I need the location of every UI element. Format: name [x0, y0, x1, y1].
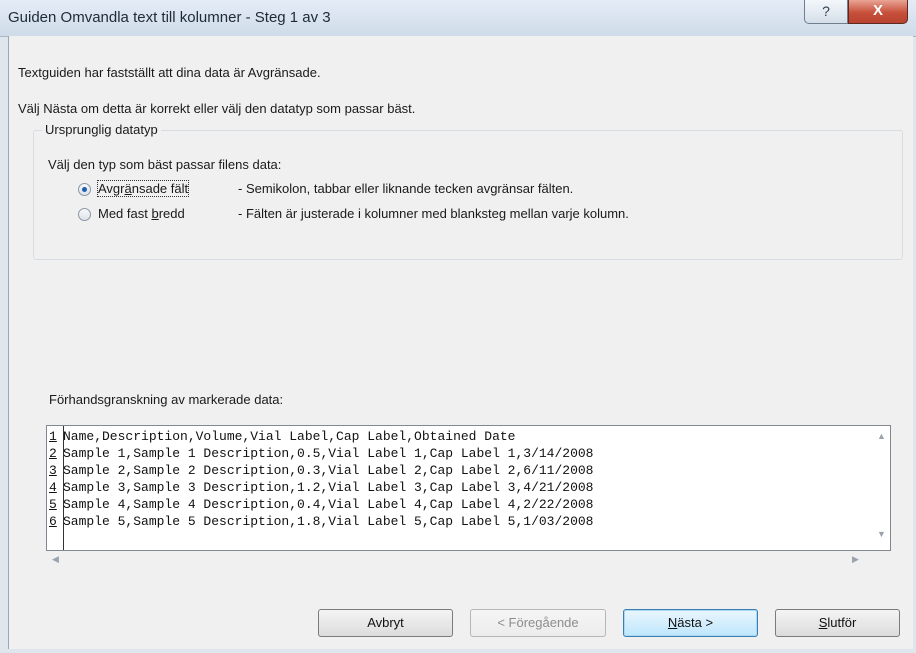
intro-line-1: Textguiden har fastställt att dina data …	[18, 65, 321, 80]
help-icon: ?	[822, 3, 830, 19]
finish-button[interactable]: Slutför	[775, 609, 900, 637]
preview-row: 5 Sample 4,Sample 4 Description,0.4,Vial …	[49, 497, 594, 512]
preview-row: 4 Sample 3,Sample 3 Description,1.2,Vial …	[49, 480, 594, 495]
window-title: Guiden Omvandla text till kolumner - Ste…	[8, 9, 331, 26]
next-button[interactable]: Nästa >	[623, 609, 758, 637]
cancel-button[interactable]: Avbryt	[318, 609, 453, 637]
vertical-scrollbar[interactable]: ▲ ▼	[870, 426, 890, 550]
back-button[interactable]: < Föregående	[470, 609, 606, 637]
scroll-up-icon[interactable]: ▲	[877, 431, 886, 441]
help-button[interactable]: ?	[804, 0, 848, 24]
radio-fixed-width-description: - Fälten är justerade i kolumner med bla…	[238, 206, 629, 221]
preview-row: 2 Sample 1,Sample 1 Description,0.5,Vial …	[49, 446, 594, 461]
radio-delimited-label[interactable]: Avgränsade fält	[96, 180, 190, 197]
title-bar: Guiden Omvandla text till kolumner - Ste…	[0, 0, 916, 37]
preview-label: Förhandsgranskning av markerade data:	[49, 392, 284, 407]
scroll-left-icon[interactable]: ◀	[52, 554, 59, 565]
datatype-description: Välj den typ som bäst passar filens data…	[48, 157, 282, 172]
datatype-group-legend: Ursprunglig datatyp	[42, 122, 161, 137]
radio-fixed-width-label[interactable]: Med fast bredd	[98, 206, 185, 221]
datatype-group: Ursprunglig datatyp Välj den typ som bäs…	[33, 122, 903, 260]
intro-line-2: Välj Nästa om detta är korrekt eller väl…	[18, 101, 416, 116]
radio-fixed-width-button[interactable]	[78, 208, 91, 221]
close-button[interactable]: X	[848, 0, 908, 24]
preview-box[interactable]: 1 Name,Description,Volume,Vial Label,Cap …	[46, 425, 891, 551]
radio-delimited-description: - Semikolon, tabbar eller liknande tecke…	[238, 181, 574, 196]
preview-row: 1 Name,Description,Volume,Vial Label,Cap …	[49, 429, 516, 444]
horizontal-scrollbar[interactable]: ◀ ▶	[46, 551, 872, 568]
radio-delimited-button[interactable]	[78, 183, 91, 196]
scroll-down-icon[interactable]: ▼	[877, 529, 886, 539]
preview-row: 3 Sample 2,Sample 2 Description,0.3,Vial …	[49, 463, 594, 478]
scroll-right-icon[interactable]: ▶	[852, 554, 859, 565]
close-icon: X	[872, 2, 883, 19]
dialog-body: Textguiden har fastställt att dina data …	[8, 36, 913, 649]
preview-row: 6 Sample 5,Sample 5 Description,1.8,Vial …	[49, 514, 594, 529]
